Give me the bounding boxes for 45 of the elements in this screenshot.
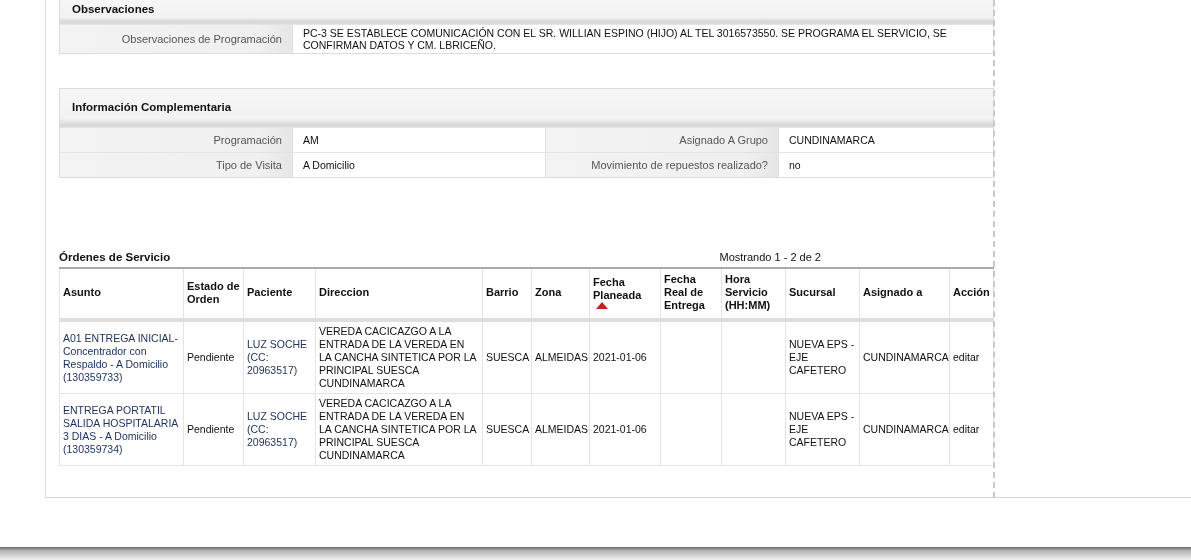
table-cell: CUNDINAMARCA (863, 351, 949, 363)
edit-link[interactable]: editar (953, 423, 980, 435)
column-header[interactable]: Asignado a (859, 268, 950, 320)
table-cell: CUNDINAMARCA (863, 423, 949, 435)
table-cell: VEREDA CACICAZGO A LA ENTRADA DE LA VEREDA EN LA CANCHA SINTETICA POR LA PRINCIPAL SUESCA CUNDINAMARCA (319, 325, 476, 389)
table-cell: NUEVA EPS - EJE CAFETERO (789, 410, 855, 448)
table-cell: 2021-01-06 (593, 423, 647, 435)
edit-link[interactable]: editar (953, 351, 980, 363)
paging-info: Mostrando 1 - 2 de 2 (719, 250, 821, 263)
column-header[interactable]: Fecha Real de Entrega (660, 268, 722, 320)
table-cell: SUESCA (486, 423, 530, 435)
table-cell: A01 ENTREGA INICIAL-Concentrador con Respaldo - A Domicilio (130359733) (63, 331, 178, 383)
sort-ascending-icon (596, 302, 608, 309)
field-label: Programación (60, 128, 293, 152)
section-title: Observaciones (72, 2, 155, 15)
field-value: no (788, 158, 802, 173)
table-title: Órdenes de Servicio (59, 250, 171, 263)
field-label: Tipo de Visita (60, 153, 293, 177)
column-header[interactable]: Zona (531, 268, 590, 320)
table-cell: LUZ SOCHE (CC: 20963517) (247, 410, 308, 448)
column-header[interactable]: Estado de Orden (183, 268, 244, 320)
column-header[interactable]: Paciente (243, 268, 316, 320)
column-header[interactable]: Direccion (315, 268, 483, 320)
table-cell: 2021-01-06 (593, 351, 647, 363)
field-label: Observaciones de Programación (60, 25, 293, 53)
table-cell: ALMEIDAS (535, 423, 589, 435)
table-cell: ENTREGA PORTATIL SALIDA HOSPITALARIA 3 DIAS - A Domicilio (130359734) (63, 403, 178, 455)
table-cell: SUESCA (486, 351, 530, 363)
table-cell: LUZ SOCHE (CC: 20963517) (247, 338, 308, 376)
column-header[interactable]: Asunto (59, 268, 184, 320)
column-header[interactable]: Sucursal (785, 268, 860, 320)
table-cell: VEREDA CACICAZGO A LA ENTRADA DE LA VEREDA EN LA CANCHA SINTETICA POR LA PRINCIPAL SUESCA CUNDINAMARCA (319, 397, 476, 461)
table-cell: ALMEIDAS (535, 351, 589, 363)
column-header[interactable]: Fecha Planeada (589, 268, 661, 320)
section-title: Información Complementaria (72, 100, 232, 113)
field-value: PC-3 SE ESTABLECE COMUNICACIÓN CON EL SR. WILLIAN ESPINO (HIJO) AL TEL 3016573550. SE PROGRAMA EL SERVICIO, SE CONFIRMAN DATOS Y CM. LBRICEÑO. (302, 26, 948, 53)
field-value: CUNDINAMARCA (788, 133, 876, 148)
column-header[interactable]: Hora Servicio (HH:MM) (721, 268, 786, 320)
table-cell: Pendiente (187, 351, 235, 363)
column-header[interactable]: Barrio (482, 268, 532, 320)
column-header[interactable]: Acción (949, 268, 994, 320)
field-label: Movimiento de repuestos realizado? (546, 153, 779, 177)
field-label: Asignado A Grupo (546, 128, 779, 152)
table-cell: NUEVA EPS - EJE CAFETERO (789, 338, 855, 376)
table-cell: Pendiente (187, 423, 235, 435)
